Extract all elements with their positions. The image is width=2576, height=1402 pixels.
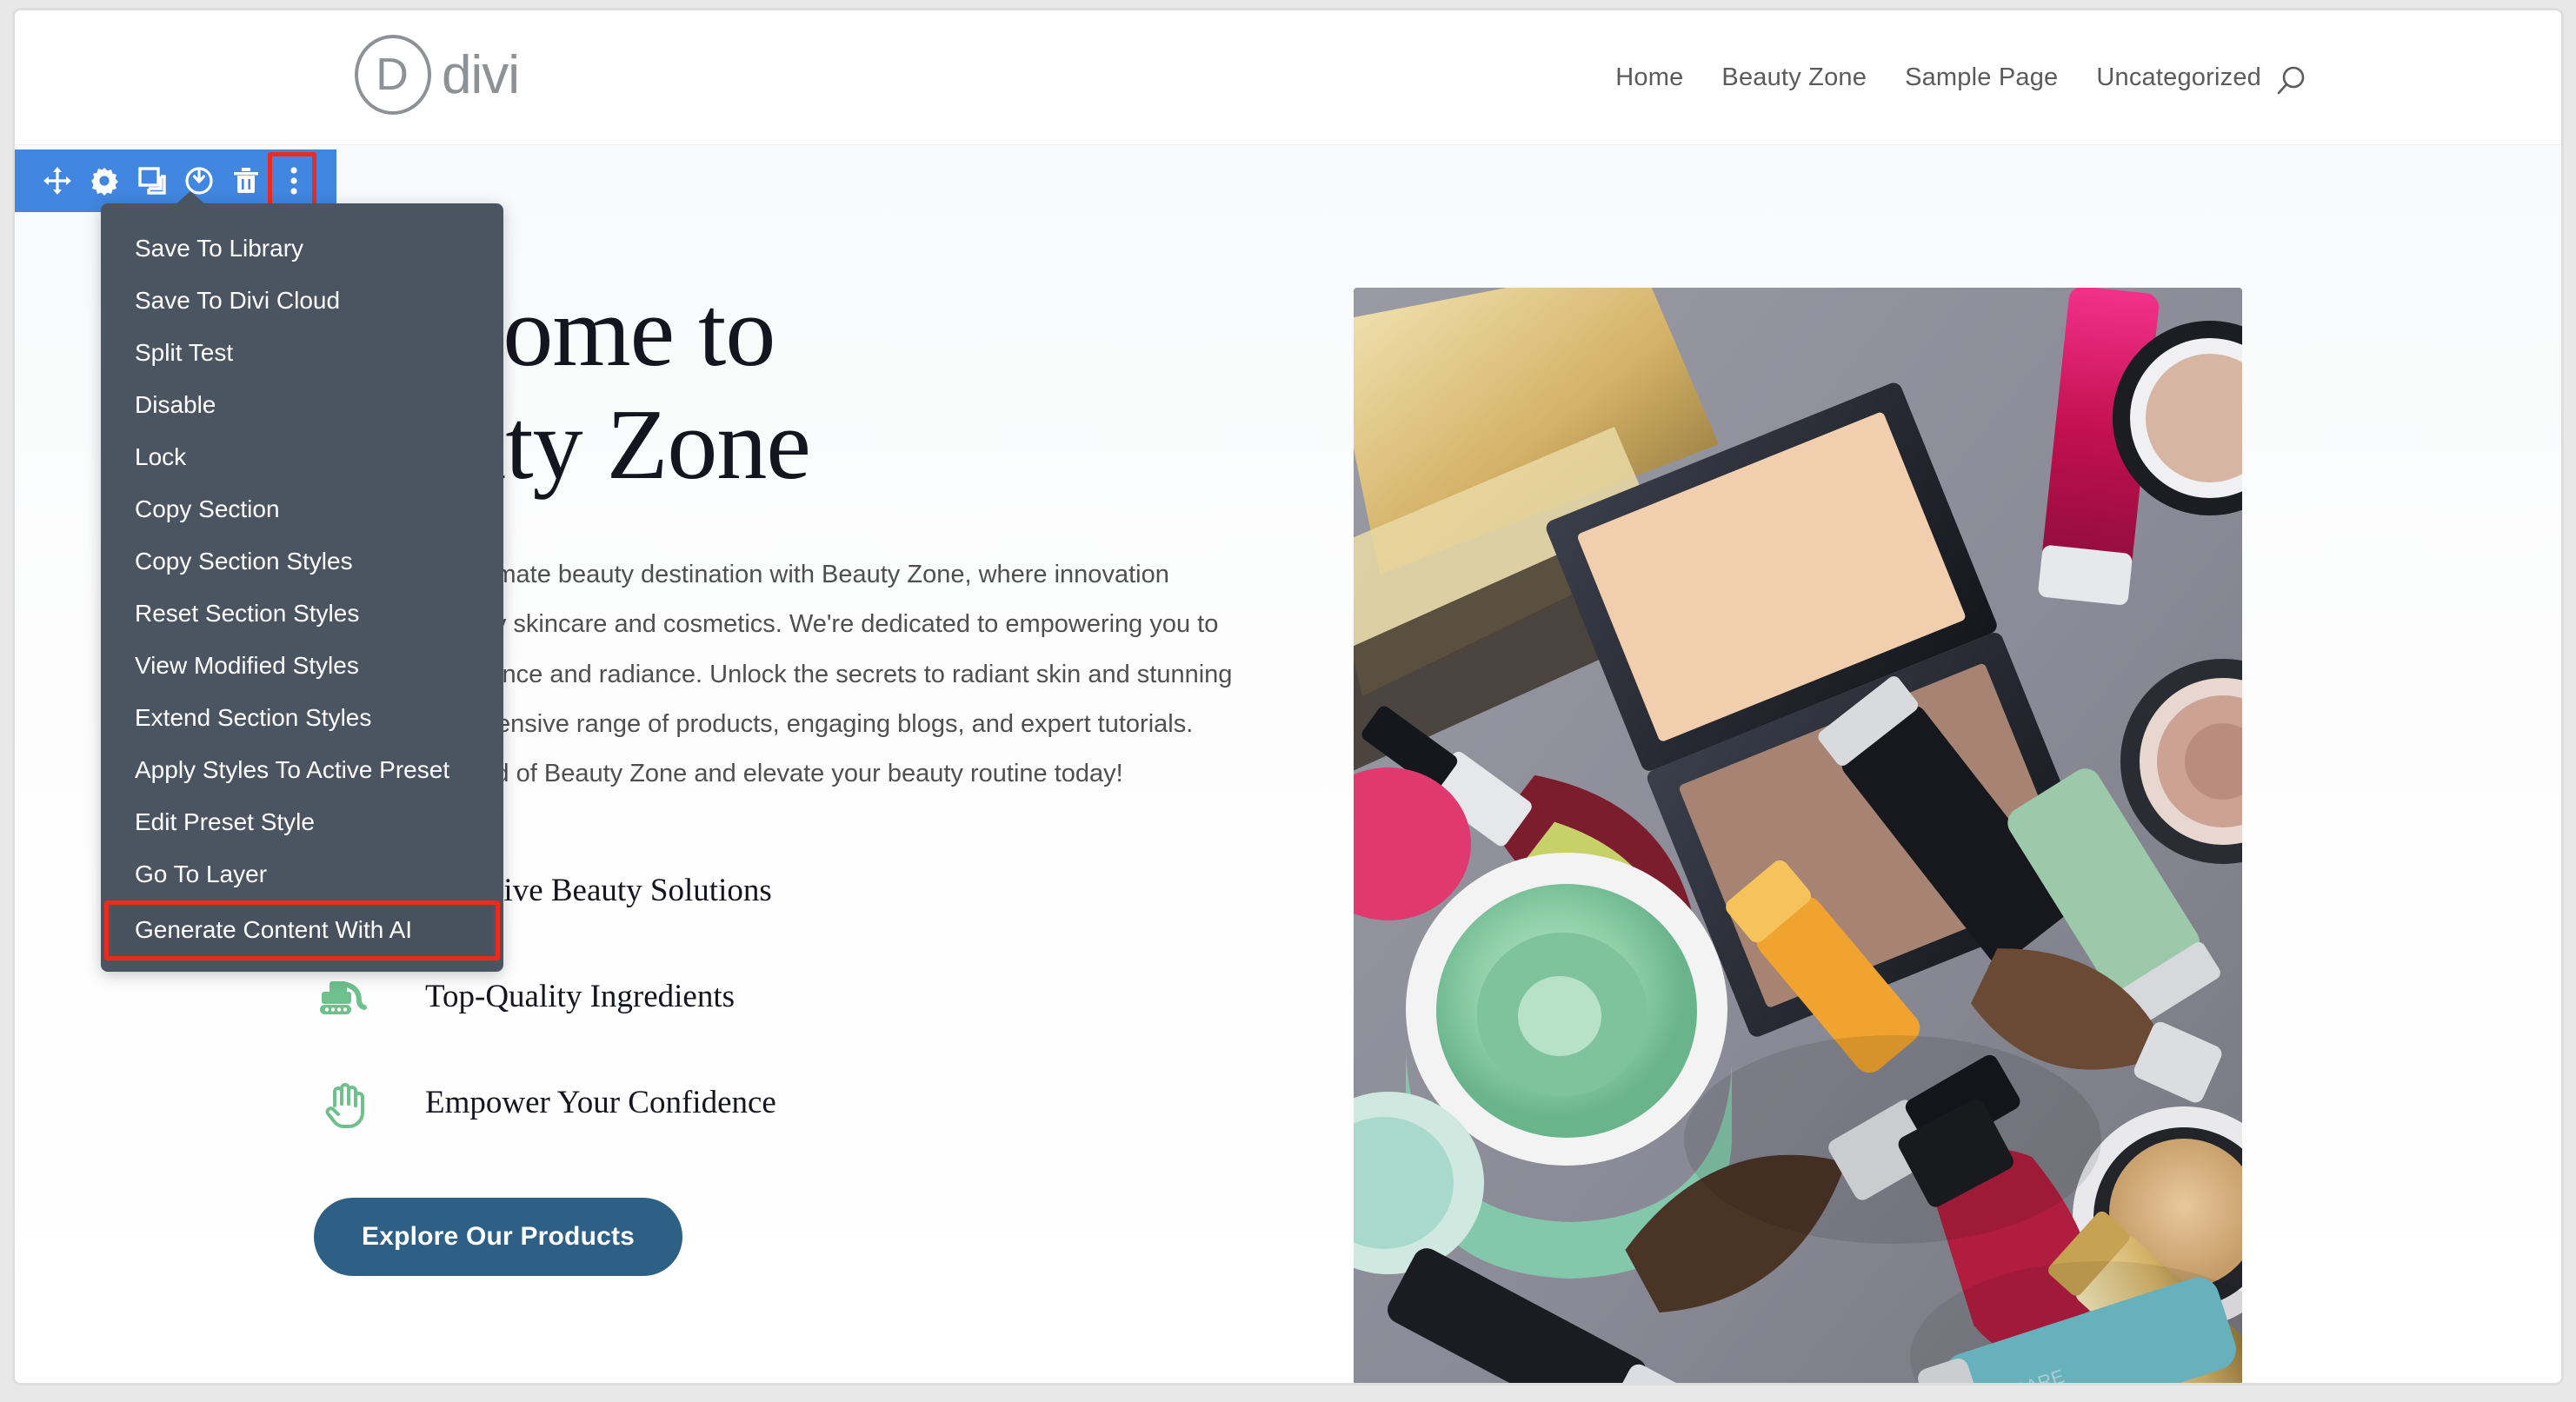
browser-page-frame: D divi Home Beauty Zone Sample Page Unca… bbox=[12, 8, 2564, 1385]
list-item: Empower Your Confidence bbox=[302, 1050, 1258, 1156]
feature-label: Top-Quality Ingredients bbox=[425, 979, 736, 1015]
gear-icon[interactable] bbox=[86, 163, 123, 199]
section-options-dropdown: Save To Library Save To Divi Cloud Split… bbox=[101, 191, 503, 972]
menu-item-extend-section-styles[interactable]: Extend Section Styles bbox=[101, 692, 503, 744]
logo-circle-icon: D bbox=[355, 35, 431, 115]
nav-item-sample-page[interactable]: Sample Page bbox=[1905, 63, 2058, 92]
duplicate-icon[interactable] bbox=[134, 163, 170, 199]
menu-item-go-to-layer[interactable]: Go To Layer bbox=[101, 848, 503, 900]
hero-image: CARE bbox=[1354, 288, 2242, 1383]
hand-icon bbox=[314, 1071, 378, 1135]
menu-item-generate-content-with-ai-wrapper: Generate Content With AI bbox=[101, 900, 503, 960]
search-icon[interactable] bbox=[2273, 64, 2309, 101]
menu-item-disable[interactable]: Disable bbox=[101, 379, 503, 431]
nav-item-beauty-zone[interactable]: Beauty Zone bbox=[1721, 63, 1867, 92]
move-icon[interactable] bbox=[39, 163, 76, 199]
menu-item-edit-preset-style[interactable]: Edit Preset Style bbox=[101, 796, 503, 848]
menu-item-split-test[interactable]: Split Test bbox=[101, 327, 503, 379]
primary-navigation: Home Beauty Zone Sample Page Uncategoriz… bbox=[1615, 10, 2561, 145]
logo-letter: D bbox=[376, 50, 409, 100]
more-options-icon[interactable] bbox=[267, 152, 316, 218]
logo-wordmark: divi bbox=[442, 44, 520, 105]
nav-item-home[interactable]: Home bbox=[1615, 63, 1683, 92]
explore-products-button[interactable]: Explore Our Products bbox=[314, 1197, 683, 1276]
menu-item-copy-section[interactable]: Copy Section bbox=[101, 483, 503, 535]
divi-logo[interactable]: D divi bbox=[355, 35, 520, 115]
trash-icon[interactable] bbox=[228, 163, 264, 199]
menu-item-generate-content-with-ai[interactable]: Generate Content With AI bbox=[111, 904, 493, 956]
menu-item-save-to-library[interactable]: Save To Library bbox=[101, 223, 503, 275]
menu-item-copy-section-styles[interactable]: Copy Section Styles bbox=[101, 535, 503, 588]
menu-item-reset-section-styles[interactable]: Reset Section Styles bbox=[101, 588, 503, 640]
menu-item-save-to-divi-cloud[interactable]: Save To Divi Cloud bbox=[101, 275, 503, 327]
menu-item-view-modified-styles[interactable]: View Modified Styles bbox=[101, 640, 503, 692]
site-header: D divi Home Beauty Zone Sample Page Unca… bbox=[15, 10, 2561, 145]
menu-item-lock[interactable]: Lock bbox=[101, 431, 503, 483]
dropdown-caret-icon bbox=[176, 191, 205, 204]
feature-label: Empower Your Confidence bbox=[425, 1085, 776, 1121]
menu-item-apply-styles-to-active-preset[interactable]: Apply Styles To Active Preset bbox=[101, 744, 503, 796]
excavator-icon bbox=[314, 965, 378, 1029]
nav-item-uncategorized[interactable]: Uncategorized bbox=[2096, 63, 2261, 92]
